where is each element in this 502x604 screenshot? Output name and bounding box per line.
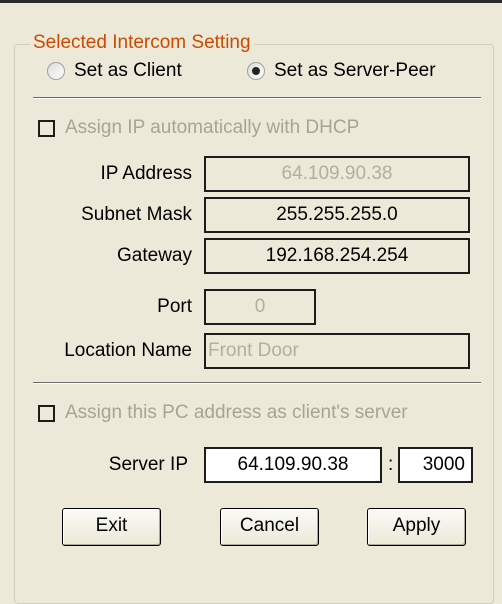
server-ip-label: Server IP (108, 454, 188, 475)
server-peer-radio-label: Set as Server-Peer (274, 60, 436, 81)
group-title: Selected Intercom Setting (30, 31, 254, 55)
radio-unselected-icon (47, 62, 65, 80)
window-top-edge (0, 0, 502, 3)
client-radio[interactable]: Set as Client (47, 60, 182, 82)
dhcp-checkbox[interactable]: Assign IP automatically with DHCP (38, 117, 359, 139)
separator-top (33, 97, 481, 99)
location-name-field[interactable]: Front Door (204, 333, 470, 369)
gateway-label: Gateway (117, 245, 192, 266)
ip-address-field[interactable]: 64.109.90.38 (204, 156, 470, 192)
subnet-mask-field[interactable]: 255.255.255.0 (204, 197, 470, 233)
client-server-checkbox[interactable]: Assign this PC address as client's serve… (38, 402, 408, 424)
client-radio-label: Set as Client (74, 60, 182, 81)
gateway-field[interactable]: 192.168.254.254 (204, 238, 470, 274)
cancel-button[interactable]: Cancel (220, 508, 319, 546)
port-label: Port (157, 296, 192, 317)
port-field[interactable]: 0 (204, 289, 316, 325)
radio-selected-icon (247, 62, 265, 80)
checkbox-icon (38, 119, 55, 137)
location-name-label: Location Name (64, 340, 192, 361)
separator-bottom (33, 382, 481, 384)
server-ip-field[interactable]: 64.109.90.38 (204, 447, 382, 483)
server-port-separator: : (388, 454, 394, 475)
ip-address-label: IP Address (100, 163, 192, 184)
exit-button[interactable]: Exit (62, 508, 161, 546)
subnet-mask-label: Subnet Mask (81, 204, 192, 225)
client-server-checkbox-label: Assign this PC address as client's serve… (65, 402, 408, 423)
server-peer-radio[interactable]: Set as Server-Peer (247, 60, 436, 82)
server-port-field[interactable]: 3000 (398, 447, 473, 483)
apply-button[interactable]: Apply (367, 508, 466, 546)
dhcp-checkbox-label: Assign IP automatically with DHCP (65, 117, 360, 138)
checkbox-icon (38, 404, 55, 422)
